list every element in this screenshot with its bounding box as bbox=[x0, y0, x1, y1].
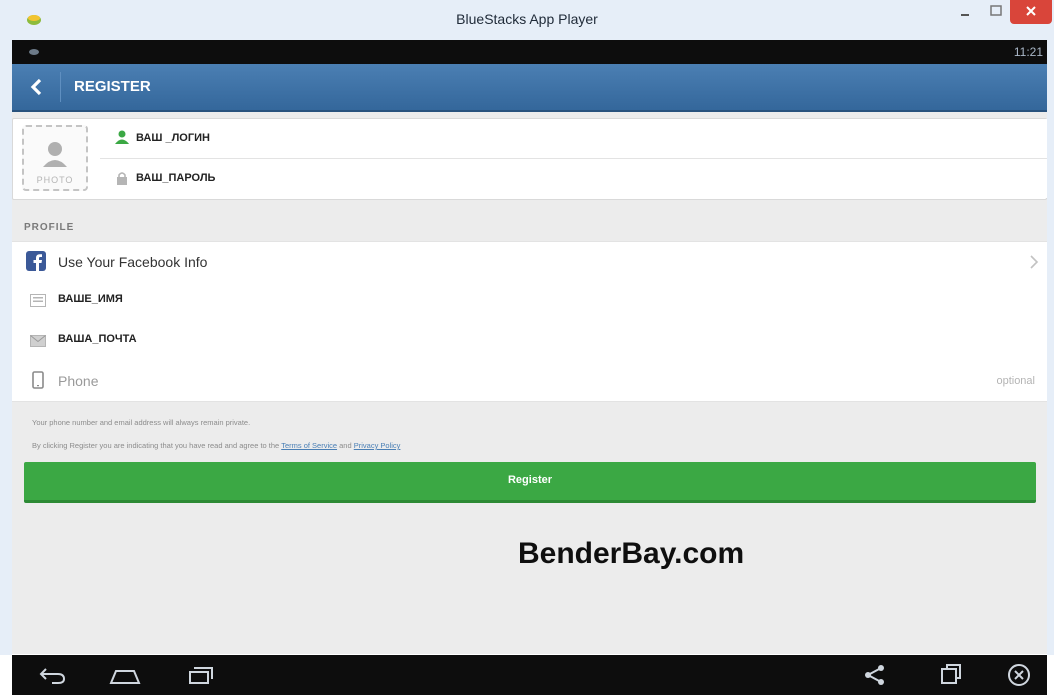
chevron-left-icon bbox=[30, 78, 42, 96]
photo-picker[interactable]: PHOTO bbox=[22, 125, 88, 191]
register-button[interactable]: Register bbox=[24, 462, 1036, 503]
facebook-row[interactable]: Use Your Facebook Info bbox=[12, 241, 1047, 283]
close-app-icon[interactable] bbox=[1006, 662, 1032, 688]
chevron-right-icon bbox=[1030, 255, 1039, 269]
window-frame-right bbox=[1047, 40, 1054, 655]
page-title: REGISTER bbox=[74, 78, 151, 95]
phone-optional-hint: optional bbox=[996, 375, 1035, 387]
watermark-text: BenderBay.com bbox=[518, 537, 745, 570]
person-placeholder-icon bbox=[43, 142, 67, 167]
envelope-icon bbox=[30, 335, 46, 347]
register-button-label: Register bbox=[507, 474, 553, 486]
password-field[interactable]: ВАШ_ПАРОЛЬ bbox=[100, 159, 1047, 198]
password-value: ВАШ_ПАРОЛЬ bbox=[136, 172, 216, 184]
phone-field[interactable]: Phone optional bbox=[12, 361, 1047, 402]
terms-and-word: and bbox=[339, 441, 352, 450]
terms-note: By clicking Register you are indicating … bbox=[32, 441, 400, 450]
window-title: BlueStacks App Player bbox=[456, 11, 598, 27]
privacy-note: Your phone number and email address will… bbox=[32, 418, 251, 427]
window-titlebar: BlueStacks App Player bbox=[0, 0, 1054, 41]
android-status-bar: 11:21 bbox=[12, 40, 1047, 64]
minimize-button[interactable] bbox=[952, 0, 978, 24]
facebook-label: Use Your Facebook Info bbox=[58, 254, 208, 270]
close-button[interactable] bbox=[1010, 0, 1052, 24]
status-time: 11:21 bbox=[1013, 45, 1043, 59]
facebook-icon bbox=[26, 251, 46, 271]
email-field[interactable]: ВАША_ПОЧТА bbox=[12, 321, 1047, 362]
lock-icon bbox=[117, 172, 127, 185]
maximize-button[interactable] bbox=[982, 0, 1010, 24]
recent-apps-icon[interactable] bbox=[184, 663, 214, 687]
name-value: ВАШЕ_ИМЯ bbox=[58, 293, 123, 305]
window-frame-left bbox=[0, 40, 12, 655]
action-bar: REGISTER bbox=[12, 64, 1047, 112]
profile-section-label: PROFILE bbox=[24, 222, 75, 233]
phone-icon bbox=[32, 371, 44, 389]
back-arrow-icon[interactable] bbox=[38, 663, 68, 687]
privacy-policy-link[interactable]: Privacy Policy bbox=[354, 441, 401, 450]
name-field[interactable]: ВАШЕ_ИМЯ bbox=[12, 281, 1047, 322]
terms-prefix: By clicking Register you are indicating … bbox=[32, 441, 280, 450]
home-icon[interactable] bbox=[108, 663, 142, 687]
screen-rotate-icon[interactable] bbox=[938, 663, 964, 687]
id-card-icon bbox=[30, 294, 46, 307]
android-navigation-bar bbox=[12, 655, 1047, 695]
username-value: ВАШ _ЛОГИН bbox=[136, 132, 210, 144]
back-button[interactable] bbox=[26, 76, 48, 98]
terms-of-service-link[interactable]: Terms of Service bbox=[281, 441, 337, 450]
email-value: ВАША_ПОЧТА bbox=[58, 333, 137, 345]
share-icon[interactable] bbox=[862, 663, 888, 687]
username-field[interactable]: ВАШ _ЛОГИН bbox=[100, 119, 1047, 159]
photo-label: PHOTO bbox=[36, 175, 74, 185]
user-icon bbox=[115, 130, 129, 144]
notification-icon bbox=[29, 49, 39, 55]
action-bar-divider bbox=[60, 72, 61, 102]
phone-placeholder: Phone bbox=[58, 373, 99, 389]
